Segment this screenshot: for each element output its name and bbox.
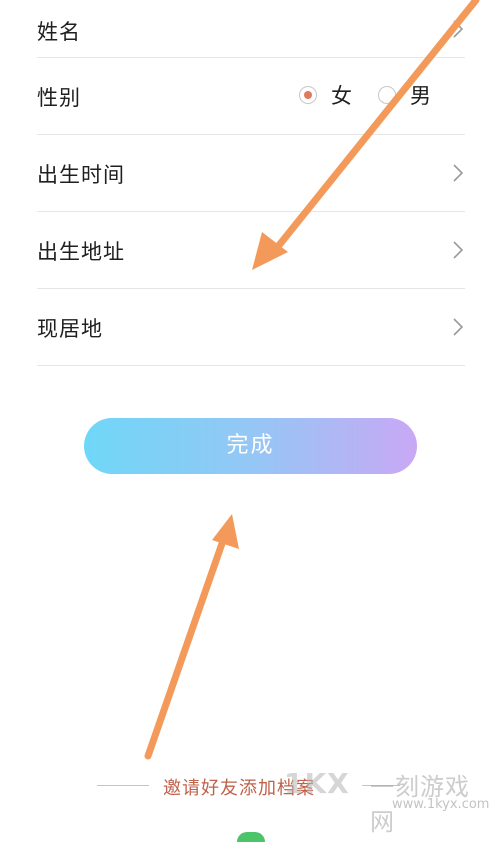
row-label-birth-address: 出生地址 [37,240,125,264]
gender-option-male[interactable]: 男 [378,80,431,110]
row-label-birth-time: 出生时间 [37,163,125,187]
form-row-birth-time[interactable]: 出生时间 [37,135,465,212]
watermark: 1KX 一刻游戏网 www.1kyx.com [284,763,490,836]
form-row-birth-address[interactable]: 出生地址 [37,212,465,289]
row-label-name: 姓名 [37,20,81,44]
row-label-gender: 性别 [37,86,81,110]
row-label-residence: 现居地 [37,317,103,341]
divider-line-left [97,785,149,786]
watermark-logo: 1KX [284,767,350,800]
gender-radio-group: 女 男 [273,80,431,110]
chevron-right-icon [453,318,463,336]
chevron-right-icon [453,20,463,38]
gender-option-male-label: 男 [410,84,431,108]
done-button[interactable]: 完成 [84,418,417,474]
gender-option-female-label: 女 [331,84,352,108]
chevron-right-icon [453,164,463,182]
chevron-right-icon [453,241,463,259]
form-row-residence[interactable]: 现居地 [37,289,465,366]
form-row-gender: 性别 女 男 [37,58,465,135]
radio-female[interactable] [299,86,317,104]
watermark-url: www.1kyx.com [392,797,490,812]
radio-male[interactable] [378,86,396,104]
gender-option-female[interactable]: 女 [299,80,352,110]
form-row-name[interactable]: 姓名 [37,0,465,58]
arrow-icon [144,514,239,760]
bottom-indicator [237,832,265,842]
profile-form: 姓名 性别 女 男 出生时间 出生地址 现居地 [37,0,465,366]
